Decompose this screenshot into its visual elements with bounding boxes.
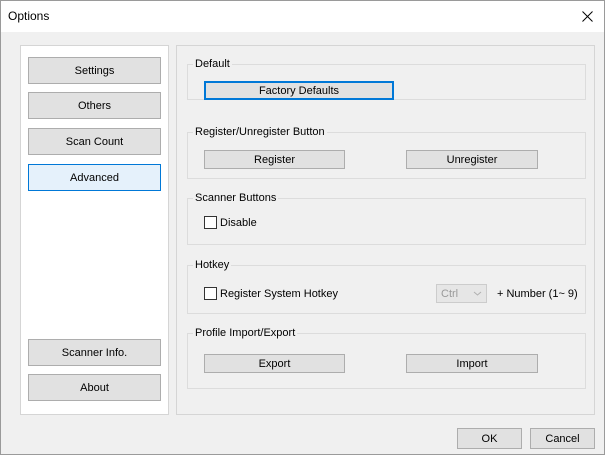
scanner-info-button[interactable]: Scanner Info. <box>28 339 161 366</box>
profile-group: Profile Import/Export Export Import <box>187 326 586 389</box>
group-title: Hotkey <box>193 258 232 272</box>
register-button[interactable]: Register <box>204 150 345 169</box>
nav-advanced-button[interactable]: Advanced <box>28 164 161 191</box>
nav-item-label: Advanced <box>70 171 119 184</box>
checkbox-label: Register System Hotkey <box>220 287 338 300</box>
register-hotkey-checkbox-row[interactable]: Register System Hotkey <box>204 287 338 300</box>
nav-item-label: Others <box>77 99 111 112</box>
group-title: Register/Unregister Button <box>193 125 327 139</box>
group-title: Profile Import/Export <box>193 326 298 340</box>
button-label: Import <box>456 357 488 370</box>
nav-scan-count-button[interactable]: Scan Count <box>28 128 161 155</box>
button-label: OK <box>481 432 498 445</box>
about-button[interactable]: About <box>28 374 161 401</box>
button-label: Export <box>258 357 291 370</box>
group-title: Default <box>193 57 232 71</box>
button-label: Factory Defaults <box>258 84 340 97</box>
nav-item-label: Scanner Info. <box>61 346 128 359</box>
modifier-select[interactable]: Ctrl <box>436 284 487 303</box>
title-bar: Options <box>1 1 604 32</box>
ok-button[interactable]: OK <box>457 428 522 449</box>
export-button[interactable]: Export <box>204 354 345 373</box>
close-icon <box>581 11 593 22</box>
button-label: Unregister <box>446 153 498 166</box>
options-dialog: Options Settings Others Scan Count Advan… <box>0 0 605 455</box>
nav-panel: Settings Others Scan Count Advanced Scan… <box>20 45 169 415</box>
factory-defaults-button[interactable]: Factory Defaults <box>204 81 394 100</box>
scanner-buttons-group: Scanner Buttons Disable <box>187 191 586 245</box>
chevron-down-icon <box>473 291 482 296</box>
register-group: Register/Unregister Button Register Unre… <box>187 125 586 179</box>
nav-settings-button[interactable]: Settings <box>28 57 161 84</box>
nav-others-button[interactable]: Others <box>28 92 161 119</box>
number-range-label: + Number (1⁠~ 9) <box>497 288 578 300</box>
import-button[interactable]: Import <box>406 354 538 373</box>
window-title: Options <box>8 9 50 23</box>
default-group: Default Factory Defaults <box>187 57 586 100</box>
checkbox-label: Disable <box>220 216 257 229</box>
nav-item-label: About <box>80 381 109 394</box>
group-title: Scanner Buttons <box>193 191 279 205</box>
register-hotkey-checkbox[interactable] <box>204 287 217 300</box>
close-button[interactable] <box>570 1 604 32</box>
nav-item-label: Scan Count <box>65 135 124 148</box>
modifier-value: Ctrl <box>441 287 459 300</box>
unregister-button[interactable]: Unregister <box>406 150 538 169</box>
button-label: Register <box>254 153 295 166</box>
button-label: Cancel <box>545 432 580 445</box>
advanced-panel: Default Factory Defaults Register/Unregi… <box>176 45 595 415</box>
nav-item-label: Settings <box>74 64 115 77</box>
disable-checkbox-row[interactable]: Disable <box>204 216 257 229</box>
cancel-button[interactable]: Cancel <box>530 428 595 449</box>
hotkey-group: Hotkey Register System Hotkey Ctrl + Num… <box>187 258 586 314</box>
disable-checkbox[interactable] <box>204 216 217 229</box>
